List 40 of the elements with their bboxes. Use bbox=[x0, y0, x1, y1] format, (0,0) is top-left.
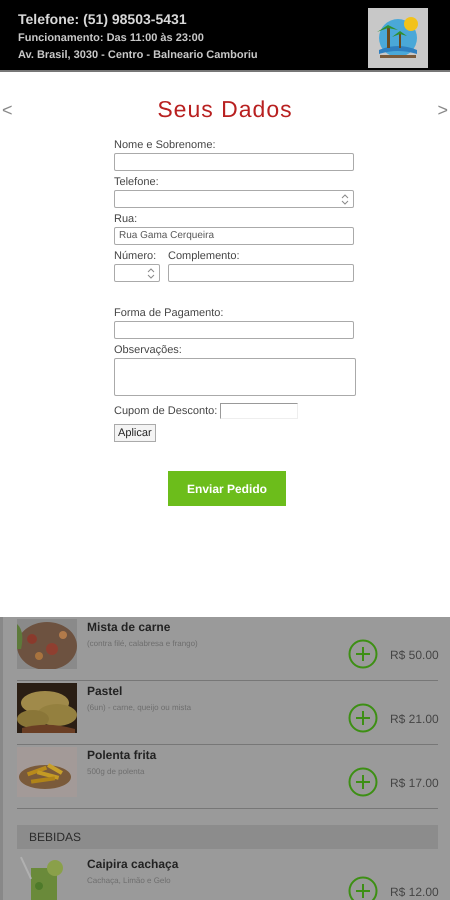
category-header: BEBIDAS bbox=[17, 825, 438, 849]
field-label: Telefone: bbox=[114, 176, 160, 188]
add-button[interactable] bbox=[348, 876, 378, 900]
input-field[interactable] bbox=[168, 264, 354, 282]
input-field[interactable]: Rua Gama Cerqueira bbox=[114, 227, 354, 245]
item-name: Pastel bbox=[87, 684, 124, 698]
hours-text: Funcionamento: Das 11:00 às 23:00 bbox=[18, 32, 205, 44]
input-field[interactable] bbox=[114, 321, 354, 339]
address-text: Av. Brasil, 3030 - Centro - Balneario Camboriu bbox=[18, 49, 258, 61]
item-price: R$ 17.00 bbox=[390, 776, 438, 790]
number-field[interactable] bbox=[114, 264, 160, 282]
item-name: Mista de carne bbox=[87, 620, 172, 634]
phone-text: Telefone: (51) 98503-5431 bbox=[18, 11, 188, 27]
add-button[interactable] bbox=[348, 639, 378, 669]
field-label: Número: bbox=[114, 250, 158, 262]
previous-button[interactable]: < bbox=[1, 98, 14, 120]
apply-button[interactable]: Aplicar bbox=[114, 424, 156, 442]
add-button[interactable] bbox=[348, 703, 378, 733]
field-label: Observações: bbox=[114, 344, 183, 356]
field-label: Complemento: bbox=[168, 250, 241, 262]
item-price: R$ 21.00 bbox=[390, 712, 438, 726]
number-field[interactable] bbox=[114, 190, 354, 208]
text-area[interactable] bbox=[114, 358, 356, 396]
item-name: Caipira cachaça bbox=[87, 857, 180, 871]
field-label: Nome e Sobrenome: bbox=[114, 139, 216, 151]
logo-icon bbox=[368, 8, 428, 68]
item-name: Polenta frita bbox=[87, 748, 158, 762]
coupon-label: Cupom de Desconto: bbox=[114, 405, 218, 417]
field-label: Forma de Pagamento: bbox=[114, 307, 224, 319]
spinner-icon bbox=[341, 194, 349, 204]
item-price: R$ 12.00 bbox=[390, 885, 438, 899]
input-field[interactable] bbox=[114, 153, 354, 171]
next-button[interactable]: > bbox=[436, 98, 449, 120]
field-label: Rua: bbox=[114, 213, 138, 225]
spinner-icon bbox=[147, 268, 155, 278]
item-price: R$ 50.00 bbox=[390, 648, 438, 662]
form-title: Seus Dados bbox=[157, 96, 293, 123]
coupon-field[interactable] bbox=[220, 403, 298, 419]
submit-button[interactable]: Enviar Pedido bbox=[168, 471, 286, 506]
add-button[interactable] bbox=[348, 767, 378, 797]
